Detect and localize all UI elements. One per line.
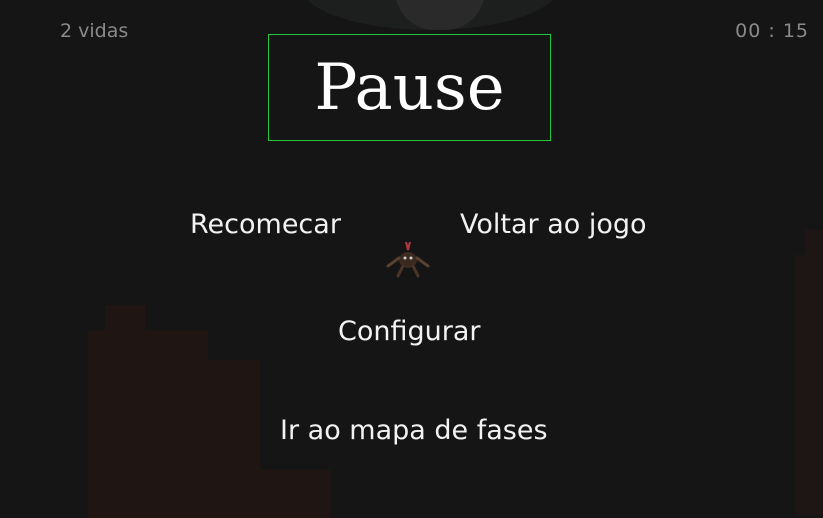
timer: 00 : 15 <box>735 20 809 42</box>
game-screen: 2 vidas 00 : 15 Pause Recomecar Voltar a… <box>0 0 823 518</box>
background-terrain <box>190 360 260 518</box>
player-character-icon <box>386 241 430 278</box>
settings-button[interactable]: Configurar <box>338 316 481 347</box>
restart-button[interactable]: Recomecar <box>190 209 341 240</box>
resume-button[interactable]: Voltar ao jogo <box>460 209 647 240</box>
lives-counter: 2 vidas <box>60 20 129 42</box>
background-wall <box>805 230 823 270</box>
pause-title: Pause <box>314 50 505 125</box>
background-terrain <box>105 305 145 335</box>
level-map-button[interactable]: Ir ao mapa de fases <box>280 415 548 446</box>
background-wall <box>795 255 823 515</box>
background-terrain <box>255 470 330 518</box>
pause-title-box: Pause <box>268 34 551 141</box>
